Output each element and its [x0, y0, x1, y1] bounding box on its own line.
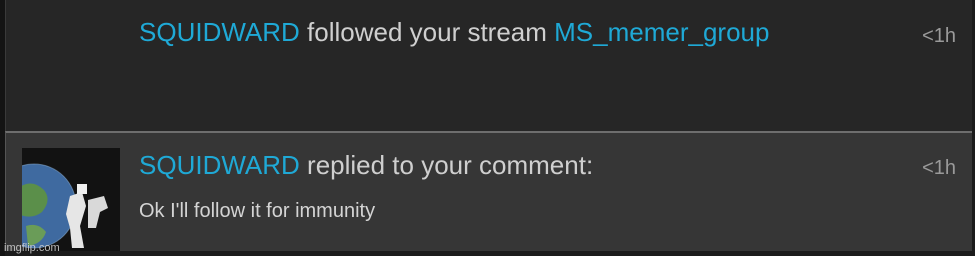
comment-text: Ok I'll follow it for immunity: [139, 200, 376, 222]
action-text: followed your stream: [299, 17, 555, 47]
action-text: replied to your comment:: [299, 150, 594, 180]
user-avatar[interactable]: [22, 148, 120, 251]
notification-text: SQUIDWARD replied to your comment:: [139, 150, 593, 181]
notification-text: SQUIDWARD followed your stream MS_memer_…: [139, 17, 769, 48]
notification-follow[interactable]: SQUIDWARD followed your stream MS_memer_…: [5, 0, 972, 131]
username-link[interactable]: SQUIDWARD: [139, 150, 300, 180]
notification-reply[interactable]: SQUIDWARD replied to your comment: <1h O…: [5, 131, 972, 251]
watermark: imgflip.com: [4, 242, 60, 254]
avatar-image: [22, 148, 120, 251]
timestamp: <1h: [922, 157, 956, 179]
username-link[interactable]: SQUIDWARD: [139, 17, 300, 47]
notification-list: SQUIDWARD followed your stream MS_memer_…: [0, 0, 975, 256]
timestamp: <1h: [922, 25, 956, 47]
stream-link[interactable]: MS_memer_group: [554, 17, 769, 47]
